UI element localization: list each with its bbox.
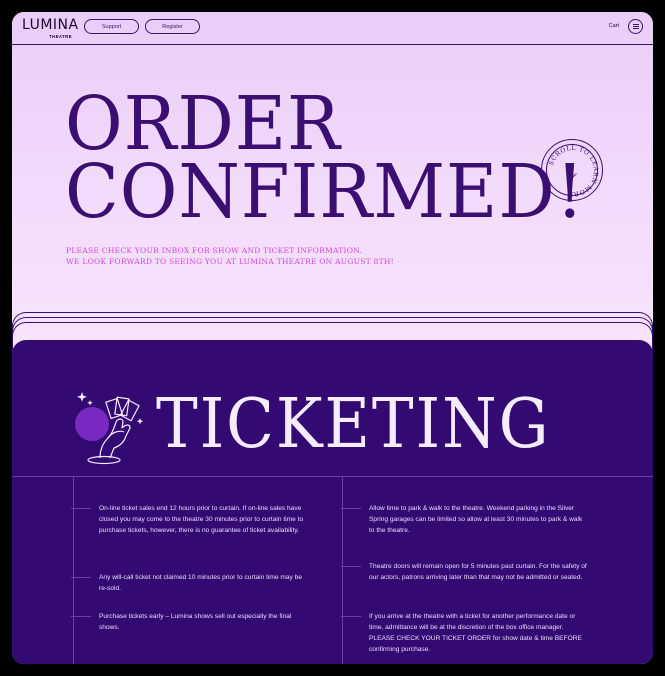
headline-line-1: ORDER	[65, 81, 341, 167]
ticket-info-item: If you arrive at the theatre with a tick…	[341, 611, 589, 655]
arrow-down-icon	[569, 164, 577, 178]
ticket-info-text: Purchase tickets early – Lumina shows se…	[99, 613, 292, 631]
logo-sub-text: THEATRE	[49, 34, 73, 39]
ticket-info-item: Allow time to park & walk to the theatre…	[341, 503, 589, 536]
ticket-info-text: Allow time to park & walk to the theatre…	[369, 505, 583, 534]
support-button[interactable]: Support	[84, 19, 139, 34]
confirmation-line-1: Please check your inbox for show and tic…	[66, 246, 363, 255]
scroll-badge-graphic: SCROLL TO LEARN MORE	[548, 145, 599, 197]
item-dash	[341, 616, 361, 617]
item-dash	[71, 508, 91, 509]
ticket-info-item: On-line ticket sales end 12 hours prior …	[71, 503, 304, 536]
hamburger-icon[interactable]	[628, 19, 643, 34]
page-title: ORDER CONFIRMED!	[65, 81, 585, 235]
ticket-info-item: Theatre doors will remain open for 5 min…	[341, 561, 589, 583]
headline-line-2: CONFIRMED!	[65, 149, 585, 235]
ticket-info-text: On-line ticket sales end 12 hours prior …	[99, 505, 304, 534]
section-divider	[12, 476, 653, 477]
scroll-badge[interactable]: SCROLL TO LEARN MORE	[541, 139, 603, 201]
top-nav: LUMINA THEATRE Support Register Cart	[12, 12, 653, 45]
ticket-info-item: Any will-call ticket not claimed 10 minu…	[71, 572, 304, 594]
confirmation-line-2: We look forward to seeing you at Lumina …	[66, 257, 394, 266]
ticketing-section: TICKETING On-line ticket sales end 12 ho…	[12, 340, 653, 664]
logo-main-text: LUMINA	[22, 17, 79, 33]
ticket-info-text: If you arrive at the theatre with a tick…	[369, 613, 582, 653]
column-rule-left	[73, 476, 74, 664]
register-button[interactable]: Register	[145, 19, 200, 34]
ticket-info-text: Any will-call ticket not claimed 10 minu…	[99, 574, 303, 592]
item-dash	[341, 566, 361, 567]
ticket-info-text: Theatre doors will remain open for 5 min…	[369, 563, 587, 581]
item-dash	[71, 616, 91, 617]
column-divider	[342, 476, 343, 664]
hand-holding-cards-icon	[75, 392, 144, 465]
hero-section: LUMINA THEATRE Support Register Cart ORD…	[12, 12, 653, 352]
ticket-info-item: Purchase tickets early – Lumina shows se…	[71, 611, 304, 633]
item-dash	[71, 577, 91, 578]
scroll-badge-text: SCROLL TO LEARN MORE	[548, 145, 599, 197]
ticketing-title: TICKETING	[156, 385, 551, 464]
page-frame: LUMINA THEATRE Support Register Cart ORD…	[12, 12, 653, 664]
cart-link[interactable]: Cart	[609, 23, 619, 29]
logo[interactable]: LUMINA THEATRE	[22, 17, 79, 39]
confirmation-message: Please check your inbox for show and tic…	[66, 245, 394, 267]
svg-text:SCROLL TO LEARN MORE: SCROLL TO LEARN MORE	[548, 145, 599, 197]
item-dash	[341, 508, 361, 509]
